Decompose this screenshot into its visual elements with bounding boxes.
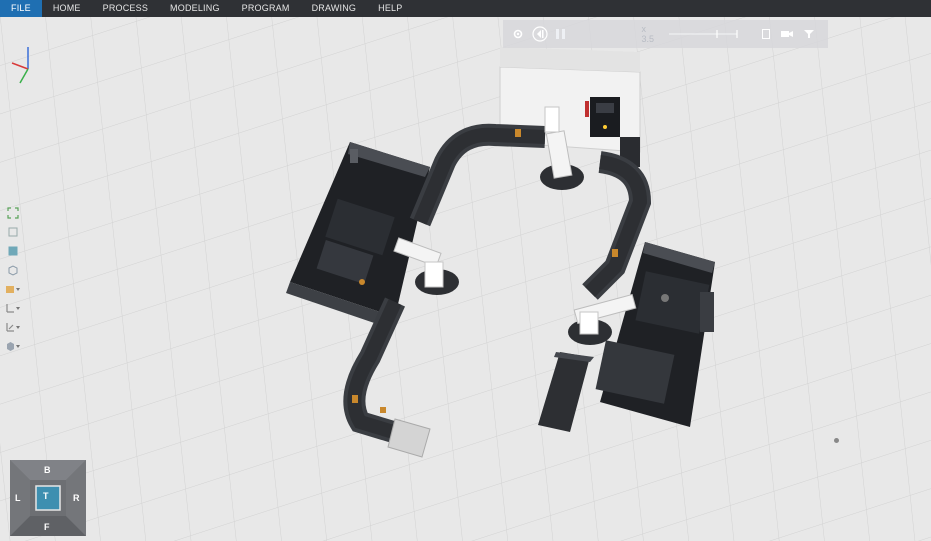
navcube-left-face[interactable]: L bbox=[15, 493, 21, 503]
wireframe-view-icon[interactable] bbox=[4, 262, 22, 278]
fit-view-icon[interactable] bbox=[4, 205, 22, 221]
navcube-top-face[interactable]: T bbox=[43, 491, 49, 501]
scene-canvas bbox=[0, 17, 931, 541]
navigation-cube[interactable]: T B F L R bbox=[10, 460, 86, 536]
play-icon[interactable] bbox=[553, 25, 571, 43]
3d-viewport[interactable] bbox=[0, 17, 931, 541]
navcube-front-face[interactable]: F bbox=[44, 522, 50, 532]
filter-icon[interactable] bbox=[800, 25, 818, 43]
zoom-window-icon[interactable] bbox=[4, 224, 22, 240]
axis-gizmo-icon bbox=[11, 47, 29, 84]
cube-view-icon[interactable] bbox=[4, 338, 22, 354]
shaded-view-icon[interactable] bbox=[4, 243, 22, 259]
view-tools bbox=[4, 205, 24, 357]
menu-file[interactable]: FILE bbox=[0, 0, 42, 17]
menu-drawing[interactable]: DRAWING bbox=[301, 0, 368, 17]
cursor-dot bbox=[834, 438, 839, 443]
camera-icon[interactable] bbox=[779, 25, 797, 43]
rewind-icon[interactable] bbox=[531, 25, 549, 43]
timeline-slider[interactable] bbox=[667, 25, 757, 43]
gear-icon[interactable] bbox=[509, 25, 527, 43]
speed-label: x 3.5 bbox=[641, 24, 654, 44]
menu-process[interactable]: PROCESS bbox=[92, 0, 159, 17]
document-icon[interactable] bbox=[757, 25, 775, 43]
menu-home[interactable]: HOME bbox=[42, 0, 92, 17]
measure-icon[interactable] bbox=[4, 319, 22, 335]
menu-program[interactable]: PROGRAM bbox=[231, 0, 301, 17]
axis-display-icon[interactable] bbox=[4, 300, 22, 316]
menu-modeling[interactable]: MODELING bbox=[159, 0, 231, 17]
progress-area bbox=[574, 29, 633, 39]
menu-bar: FILE HOME PROCESS MODELING PROGRAM DRAWI… bbox=[0, 0, 931, 17]
playback-toolbar: x 3.5 bbox=[503, 20, 828, 48]
navcube-right-face[interactable]: R bbox=[73, 493, 80, 503]
box-view-icon[interactable] bbox=[4, 281, 22, 297]
floor-grid bbox=[0, 17, 931, 541]
navcube-back-face[interactable]: B bbox=[44, 465, 51, 475]
menu-help[interactable]: HELP bbox=[367, 0, 413, 17]
